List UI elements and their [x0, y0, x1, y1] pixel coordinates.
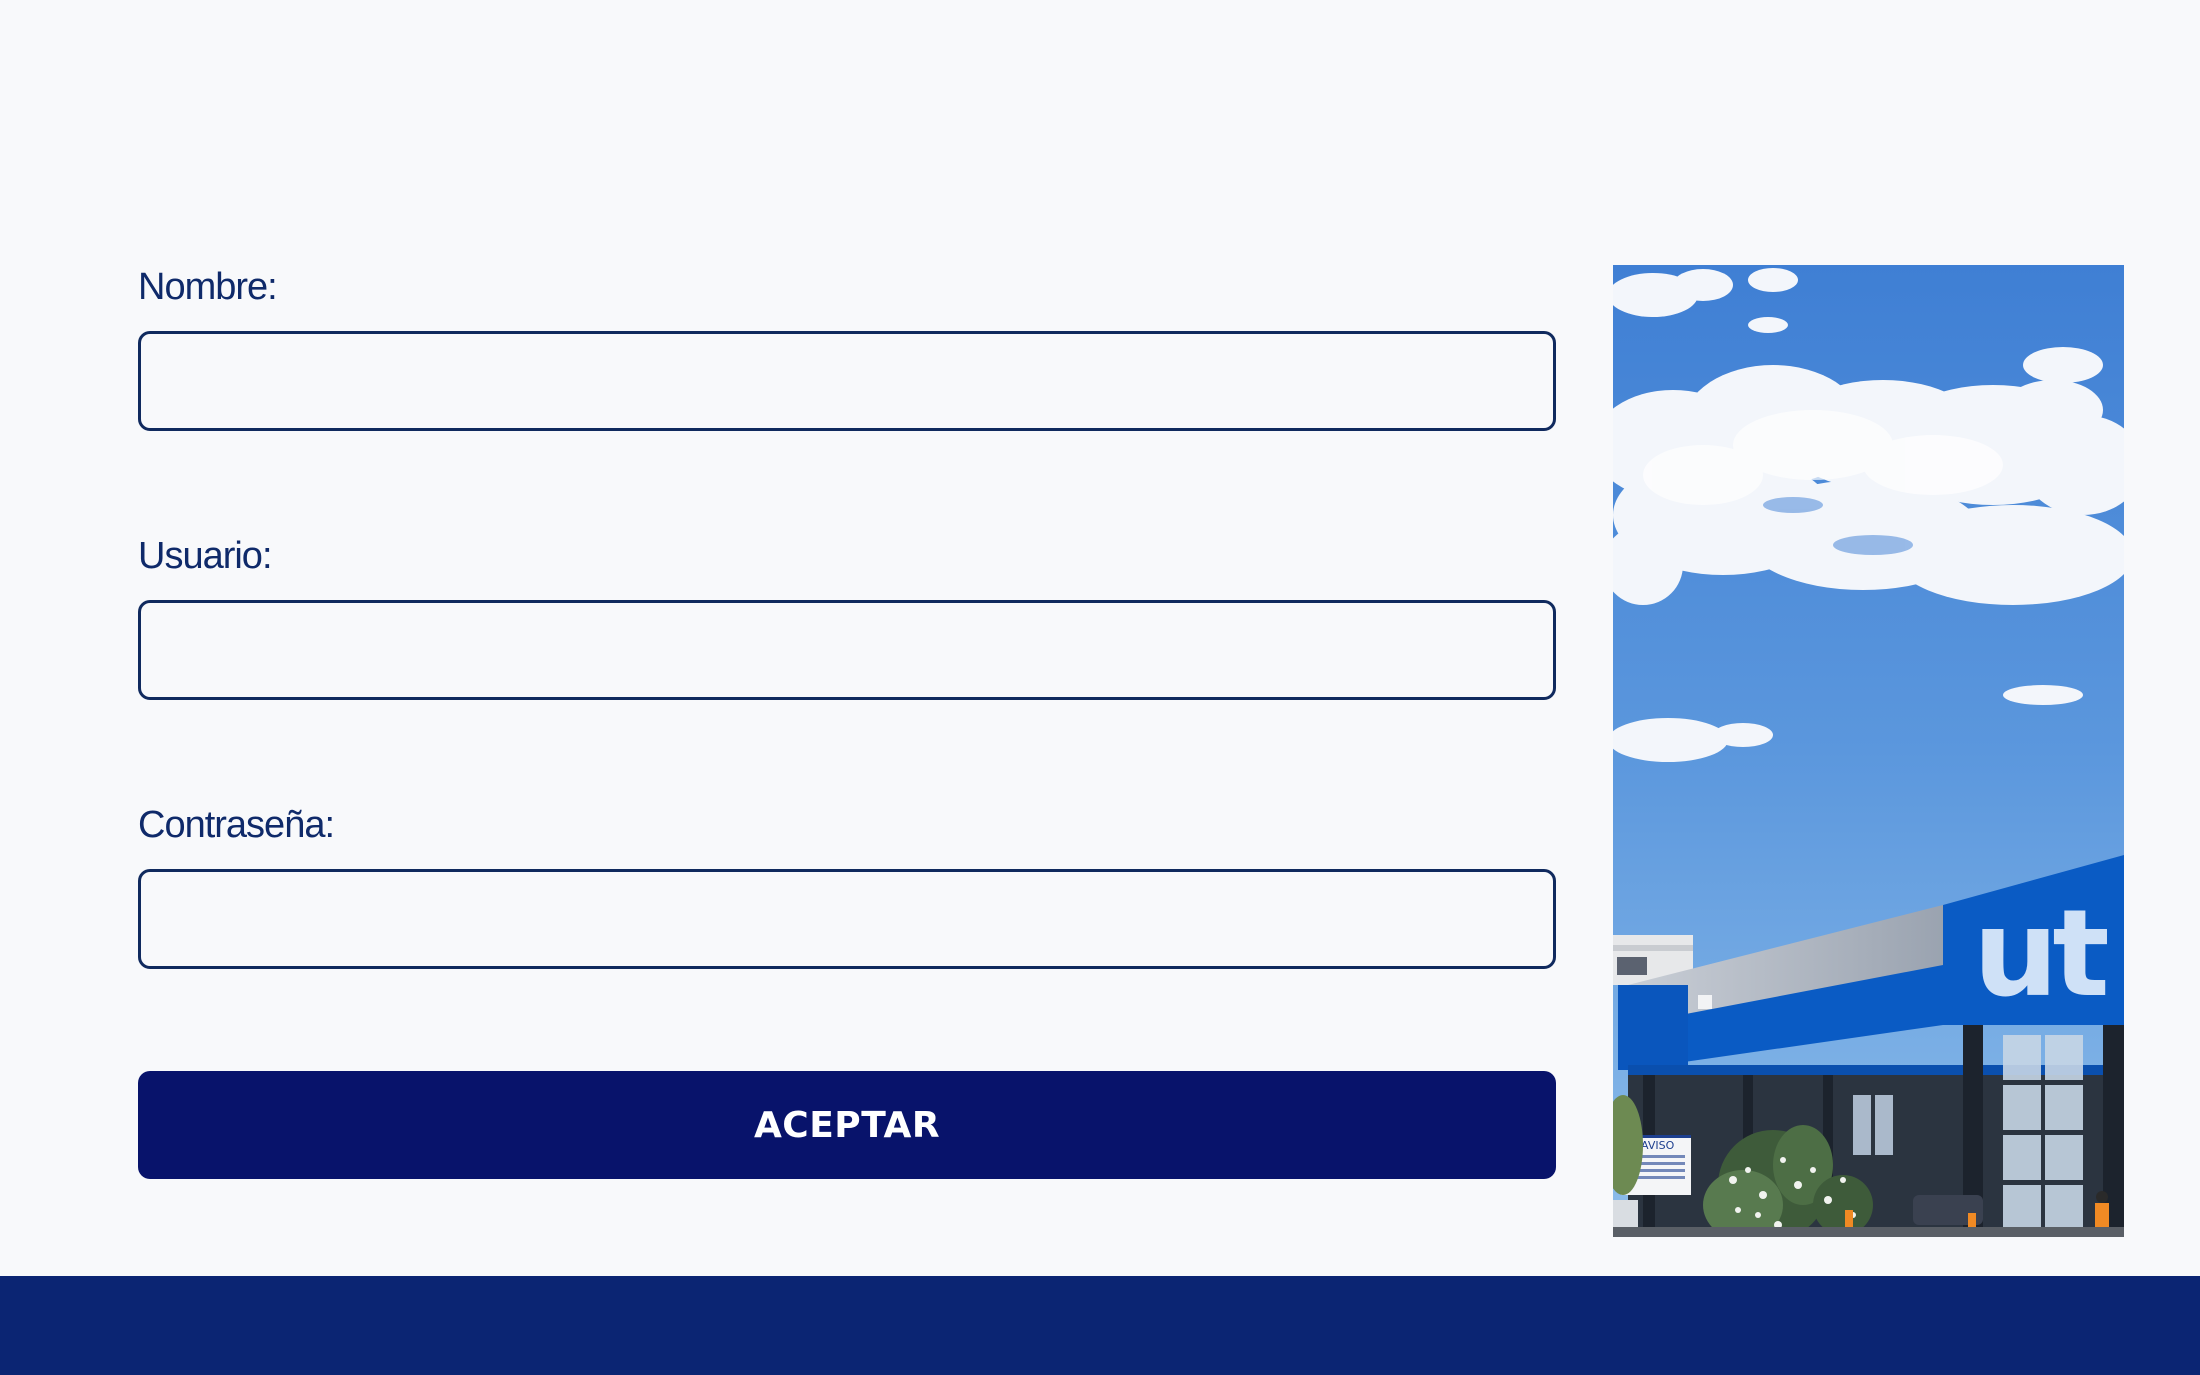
campus-building-image: ut AVISO: [1613, 265, 2124, 1237]
campus-photo: ut AVISO: [1613, 265, 2124, 1237]
footer-bar: [0, 1276, 2200, 1375]
ut-logo: ut: [1973, 885, 2107, 1024]
notice-sign-title: AVISO: [1641, 1139, 1675, 1152]
nombre-label: Nombre:: [138, 266, 278, 308]
aceptar-button[interactable]: ACEPTAR: [138, 1071, 1556, 1179]
usuario-input[interactable]: [138, 600, 1556, 700]
usuario-label: Usuario:: [138, 535, 272, 577]
contrasena-input[interactable]: [138, 869, 1556, 969]
contrasena-label: Contraseña:: [138, 804, 335, 846]
nombre-input[interactable]: [138, 331, 1556, 431]
